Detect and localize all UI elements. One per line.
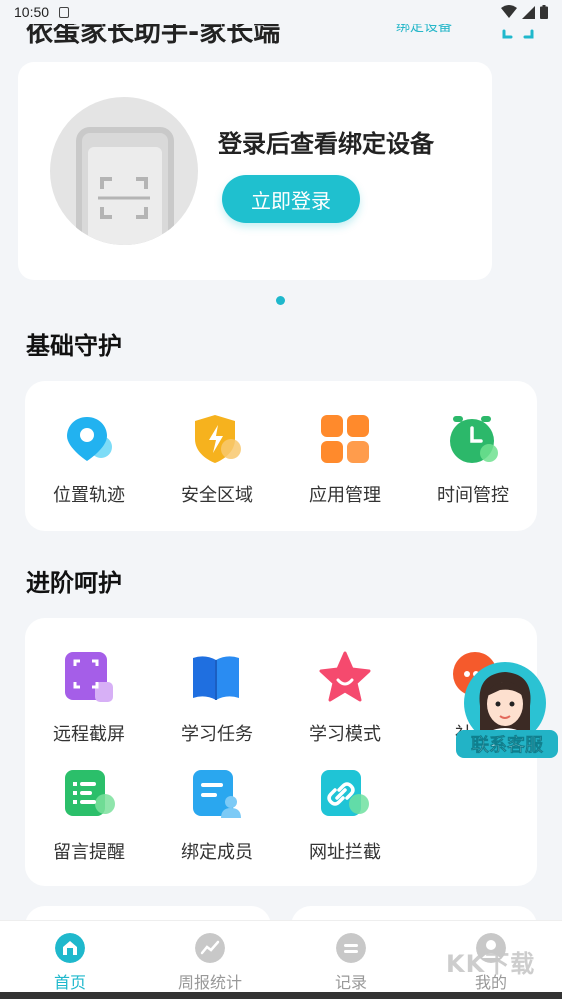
member-icon: [193, 770, 241, 818]
system-nav-bar: [0, 992, 562, 999]
chart-icon: [195, 933, 225, 963]
location-icon: [67, 417, 112, 461]
basic-protection-card: 位置轨迹 安全区域 应用管理 时间管控: [25, 381, 537, 531]
support-label: 联系客服: [456, 730, 558, 758]
alarm-clock-icon: [450, 416, 498, 463]
record-icon: [336, 933, 366, 963]
battery-icon: [540, 5, 548, 19]
status-time: 10:50: [14, 4, 50, 20]
feature-label: 位置轨迹: [53, 485, 125, 506]
notification-icon: [59, 6, 70, 18]
signal-icon: [522, 5, 535, 19]
feature-app-management[interactable]: 应用管理: [281, 411, 409, 507]
feature-safe-zone[interactable]: 安全区域: [153, 411, 281, 507]
feature-bind-member[interactable]: 绑定成员: [153, 768, 281, 864]
book-icon: [193, 656, 239, 700]
device-banner: 登录后查看绑定设备 立即登录: [18, 62, 492, 280]
star-icon: [319, 651, 371, 702]
section-title-basic: 基础守护: [26, 332, 122, 360]
feature-time-control[interactable]: 时间管控: [409, 411, 537, 507]
feature-label: 学习任务: [181, 724, 253, 745]
scan-frame-icon: [98, 177, 150, 219]
feature-label: 网址拦截: [309, 842, 381, 863]
carousel-indicator[interactable]: [276, 296, 285, 305]
feature-message-reminder[interactable]: 留言提醒: [25, 768, 153, 864]
tab-label: 周报统计: [177, 973, 242, 992]
feature-label: 绑定成员: [181, 842, 253, 863]
tab-records[interactable]: 记录: [316, 933, 386, 993]
tab-label: 记录: [334, 973, 367, 992]
device-placeholder-image: [50, 97, 198, 245]
shield-icon: [195, 415, 241, 463]
feature-label: 留言提醒: [53, 842, 125, 863]
feature-location-track[interactable]: 位置轨迹: [25, 411, 153, 507]
link-icon: [321, 770, 369, 816]
feature-label: 安全区域: [181, 485, 253, 506]
screenshot-icon: [65, 652, 113, 702]
feature-label: 远程截屏: [53, 724, 125, 745]
tab-label: 首页: [53, 973, 86, 992]
login-prompt-text: 登录后查看绑定设备: [218, 130, 434, 158]
feature-remote-screenshot[interactable]: 远程截屏: [25, 650, 153, 746]
tab-home[interactable]: 首页: [35, 933, 105, 993]
support-agent-icon: [479, 672, 531, 732]
login-button[interactable]: 立即登录: [222, 175, 360, 223]
section-title-advanced: 进阶呵护: [26, 569, 122, 597]
apps-icon: [321, 415, 369, 463]
watermark: KK下载: [446, 950, 536, 978]
feature-url-block[interactable]: 网址拦截: [281, 768, 409, 864]
feature-study-mode[interactable]: 学习模式: [281, 650, 409, 746]
home-icon: [55, 933, 85, 963]
wifi-icon: [501, 5, 517, 18]
feature-study-task[interactable]: 学习任务: [153, 650, 281, 746]
status-bar: 10:50: [0, 0, 562, 24]
feature-label: 应用管理: [309, 485, 381, 506]
message-icon: [65, 770, 115, 816]
tab-weekly-report[interactable]: 周报统计: [175, 933, 245, 993]
feature-label: 时间管控: [437, 485, 509, 506]
customer-service-button[interactable]: 联系客服: [456, 662, 558, 762]
feature-label: 学习模式: [309, 724, 381, 745]
